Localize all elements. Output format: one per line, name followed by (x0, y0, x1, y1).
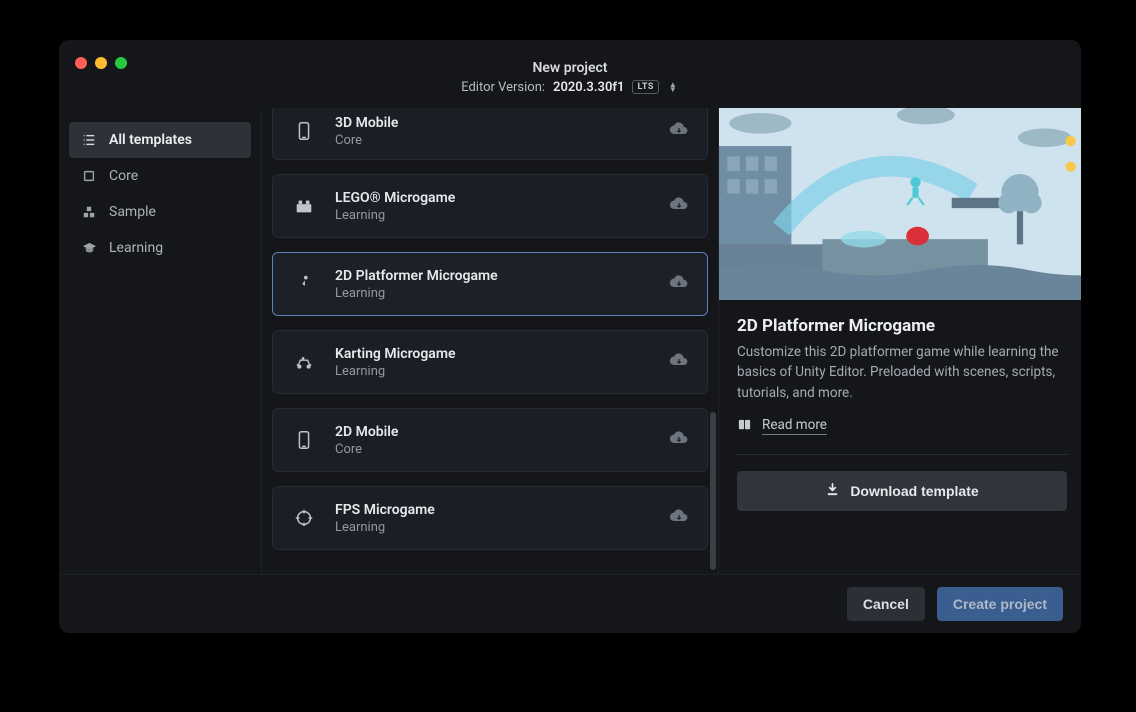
template-card-2d-mobile[interactable]: 2D Mobile Core (272, 408, 708, 472)
footer: Cancel Create project (59, 574, 1081, 633)
sidebar-item-label: Sample (109, 204, 156, 220)
blocks-icon (81, 204, 97, 220)
grad-cap-icon (81, 240, 97, 256)
window-controls (75, 57, 127, 69)
editor-version-label: Editor Version: (461, 80, 545, 95)
lego-icon (291, 193, 317, 219)
maximize-window-button[interactable] (115, 57, 127, 69)
template-text: Karting Microgame Learning (335, 346, 651, 379)
new-project-window: New project Editor Version: 2020.3.30f1 … (59, 40, 1081, 633)
template-name: LEGO® Microgame (335, 190, 651, 206)
detail-description: Customize this 2D platformer game while … (737, 342, 1067, 403)
sidebar-item-core[interactable]: Core (69, 158, 251, 194)
titlebar: New project Editor Version: 2020.3.30f1 … (59, 40, 1081, 108)
template-category: Core (335, 133, 651, 148)
template-name: 3D Mobile (335, 115, 651, 131)
list-icon (81, 132, 97, 148)
square-icon (81, 168, 97, 184)
download-icon (825, 482, 840, 500)
template-category: Learning (335, 520, 651, 535)
download-button-label: Download template (850, 483, 978, 499)
detail-title: 2D Platformer Microgame (737, 316, 1067, 336)
template-text: FPS Microgame Learning (335, 502, 651, 535)
window-title: New project (532, 60, 607, 76)
sidebar-item-label: Learning (109, 240, 163, 256)
template-name: 2D Mobile (335, 424, 651, 440)
template-text: LEGO® Microgame Learning (335, 190, 651, 223)
editor-version-value: 2020.3.30f1 (553, 80, 624, 95)
template-category: Core (335, 442, 651, 457)
template-category: Learning (335, 208, 651, 223)
cloud-download-icon (669, 194, 689, 218)
create-project-button[interactable]: Create project (937, 587, 1063, 621)
editor-version-row: Editor Version: 2020.3.30f1 LTS ▲▼ (461, 80, 679, 95)
sidebar-item-all-templates[interactable]: All templates (69, 122, 251, 158)
crosshair-icon (291, 505, 317, 531)
docs-icon (737, 417, 752, 436)
divider (737, 454, 1067, 455)
mobile-icon (291, 427, 317, 453)
lts-badge: LTS (632, 80, 658, 94)
template-category: Learning (335, 286, 651, 301)
sidebar-item-label: Core (109, 168, 138, 184)
version-selector-stepper[interactable]: ▲▼ (667, 80, 679, 94)
cancel-button[interactable]: Cancel (847, 587, 925, 621)
template-category: Learning (335, 364, 651, 379)
mobile-icon (291, 118, 317, 144)
read-more-link[interactable]: Read more (762, 417, 827, 435)
close-window-button[interactable] (75, 57, 87, 69)
sidebar-item-label: All templates (109, 132, 192, 148)
template-card-fps-microgame[interactable]: FPS Microgame Learning (272, 486, 708, 550)
sidebar: All templates Core Sample Learning (59, 108, 262, 574)
template-text: 2D Platformer Microgame Learning (335, 268, 651, 301)
template-card-3d-mobile[interactable]: 3D Mobile Core (272, 108, 708, 160)
read-more-row: Read more (737, 417, 1067, 436)
cloud-download-icon (669, 506, 689, 530)
download-template-button[interactable]: Download template (737, 471, 1067, 511)
template-card-2d-platformer-microgame[interactable]: 2D Platformer Microgame Learning (272, 252, 708, 316)
template-card-lego-microgame[interactable]: LEGO® Microgame Learning (272, 174, 708, 238)
template-name: 2D Platformer Microgame (335, 268, 651, 284)
sidebar-item-sample[interactable]: Sample (69, 194, 251, 230)
detail-pane: 2D Platformer Microgame Customize this 2… (718, 108, 1081, 574)
window-body: All templates Core Sample Learning (59, 108, 1081, 574)
runner-icon (291, 271, 317, 297)
minimize-window-button[interactable] (95, 57, 107, 69)
scrollbar-thumb[interactable] (710, 412, 716, 570)
template-name: Karting Microgame (335, 346, 651, 362)
template-preview-image (719, 108, 1081, 300)
sidebar-item-learning[interactable]: Learning (69, 230, 251, 266)
kart-icon (291, 349, 317, 375)
cloud-download-icon (669, 119, 689, 143)
cloud-download-icon (669, 350, 689, 374)
template-list: 3D Mobile Core LEGO® Microgame Learning (262, 108, 718, 574)
cloud-download-icon (669, 428, 689, 452)
template-text: 3D Mobile Core (335, 115, 651, 148)
cloud-download-icon (669, 272, 689, 296)
template-card-karting-microgame[interactable]: Karting Microgame Learning (272, 330, 708, 394)
template-name: FPS Microgame (335, 502, 651, 518)
template-text: 2D Mobile Core (335, 424, 651, 457)
